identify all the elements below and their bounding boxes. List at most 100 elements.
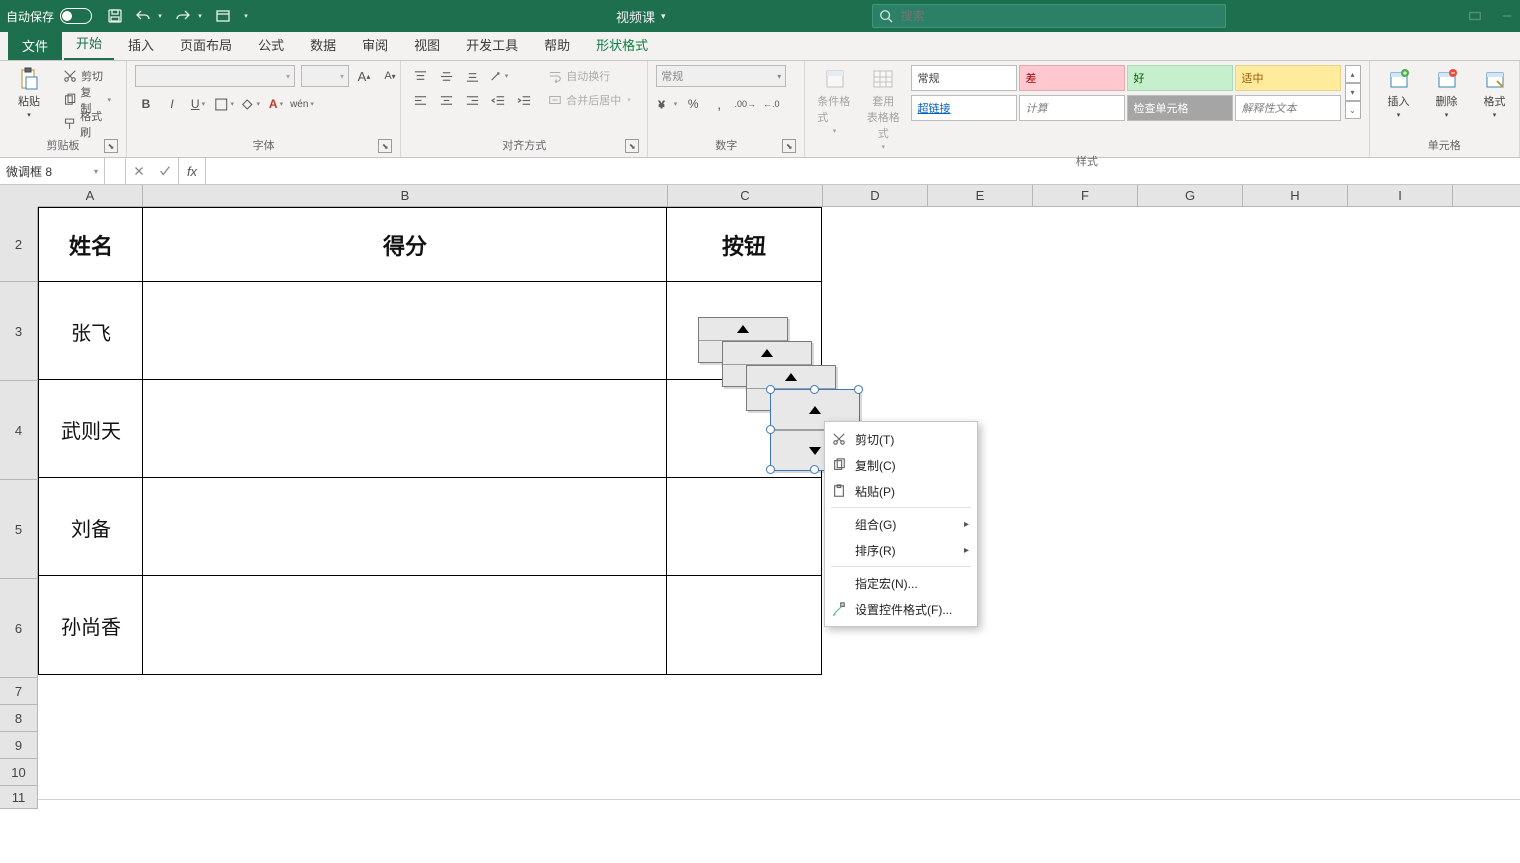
column-headers[interactable]: ABCDEFGHI — [38, 185, 1520, 207]
font-name-combo[interactable]: ▾ — [135, 65, 295, 87]
row-header-11[interactable]: 11 — [0, 786, 38, 809]
col-header-I[interactable]: I — [1348, 185, 1453, 207]
row-header-3[interactable]: 3 — [0, 282, 38, 381]
merge-center-button[interactable]: 合并后居中 — [541, 89, 638, 111]
ctx-paste[interactable]: 粘贴(P) — [825, 478, 977, 504]
style-calculation[interactable]: 计算 — [1019, 95, 1125, 121]
gallery-more-icon[interactable]: ⌄ — [1345, 101, 1361, 119]
table-cell[interactable]: 按钮 — [666, 207, 822, 283]
row-header-2[interactable]: 2 — [0, 207, 38, 282]
cell-styles-gallery[interactable]: 常规 超链接 差 计算 好 检查单元格 适中 解释性文本 ▴ ▾ — [911, 65, 1361, 121]
col-header-G[interactable]: G — [1138, 185, 1243, 207]
decrease-decimal-icon[interactable]: ←.0 — [760, 93, 782, 115]
format-as-table-button[interactable]: 套用 表格格式▾ — [862, 65, 905, 153]
align-center-icon[interactable] — [435, 89, 457, 111]
minimize-icon[interactable] — [1500, 9, 1514, 23]
document-title[interactable]: 视频课 ▾ — [616, 7, 666, 26]
style-bad[interactable]: 差 — [1019, 65, 1125, 91]
select-all-corner[interactable] — [0, 185, 39, 208]
table-cell[interactable] — [666, 477, 822, 577]
search-input[interactable] — [899, 8, 1219, 24]
delete-cells-button[interactable]: 删除▾ — [1426, 65, 1468, 121]
conditional-format-button[interactable]: 条件格式▾ — [813, 65, 856, 137]
number-format-combo[interactable]: 常规▾ — [656, 65, 786, 87]
border-button[interactable] — [213, 93, 235, 115]
tab-shape-format[interactable]: 形状格式 — [584, 30, 660, 60]
increase-font-icon[interactable]: A▴ — [353, 65, 375, 87]
table-cell[interactable] — [142, 379, 668, 479]
row-header-7[interactable]: 7 — [0, 678, 38, 705]
italic-button[interactable]: I — [161, 93, 183, 115]
save-icon[interactable] — [106, 7, 124, 25]
paste-button[interactable]: 粘贴 ▾ — [8, 65, 50, 121]
row-headers[interactable]: 234567891011 — [0, 207, 38, 809]
row-header-6[interactable]: 6 — [0, 579, 38, 678]
font-launcher[interactable]: ⬊ — [378, 139, 392, 153]
ribbon-display-icon[interactable] — [1468, 9, 1482, 23]
tab-formulas[interactable]: 公式 — [246, 30, 296, 60]
row-header-10[interactable]: 10 — [0, 759, 38, 786]
table-cell[interactable]: 姓名 — [38, 207, 144, 283]
undo-button[interactable] — [134, 7, 152, 25]
redo-button[interactable] — [174, 7, 192, 25]
col-header-B[interactable]: B — [143, 185, 668, 207]
style-check-cell[interactable]: 检查单元格 — [1127, 95, 1233, 121]
ctx-copy[interactable]: 复制(C) — [825, 452, 977, 478]
col-header-F[interactable]: F — [1033, 185, 1138, 207]
increase-decimal-icon[interactable]: .00→ — [734, 93, 756, 115]
name-box[interactable]: 微调框 8 — [0, 158, 105, 184]
tab-home[interactable]: 开始 — [64, 28, 114, 60]
tab-help[interactable]: 帮助 — [532, 30, 582, 60]
tab-insert[interactable]: 插入 — [116, 30, 166, 60]
style-neutral[interactable]: 适中 — [1235, 65, 1341, 91]
style-explanatory[interactable]: 解释性文本 — [1235, 95, 1341, 121]
col-header-E[interactable]: E — [928, 185, 1033, 207]
align-middle-icon[interactable] — [435, 65, 457, 87]
search-box[interactable] — [872, 4, 1226, 28]
align-bottom-icon[interactable] — [461, 65, 483, 87]
row-header-5[interactable]: 5 — [0, 480, 38, 579]
decrease-font-icon[interactable]: A▾ — [379, 65, 401, 87]
gallery-down-icon[interactable]: ▾ — [1345, 83, 1361, 101]
ctx-group[interactable]: 组合(G) ▸ — [825, 511, 977, 537]
tab-file[interactable]: 文件 — [8, 31, 62, 60]
format-cells-button[interactable]: 格式▾ — [1474, 65, 1516, 121]
tab-data[interactable]: 数据 — [298, 30, 348, 60]
row-header-4[interactable]: 4 — [0, 381, 38, 480]
align-left-icon[interactable] — [409, 89, 431, 111]
style-normal[interactable]: 常规 — [911, 65, 1017, 91]
table-cell[interactable]: 张飞 — [38, 281, 144, 381]
align-right-icon[interactable] — [461, 89, 483, 111]
comma-format-icon[interactable]: , — [708, 93, 730, 115]
autosave-switch[interactable] — [60, 8, 92, 24]
autosave-toggle[interactable]: 自动保存 — [6, 8, 92, 25]
table-cell[interactable] — [142, 477, 668, 577]
underline-button[interactable]: U — [187, 93, 209, 115]
style-hyperlink[interactable]: 超链接 — [911, 95, 1017, 121]
fill-color-button[interactable] — [239, 93, 261, 115]
table-cell[interactable]: 得分 — [142, 207, 668, 283]
format-painter-button[interactable]: 格式刷 — [56, 113, 118, 135]
row-header-9[interactable]: 9 — [0, 732, 38, 759]
table-cell[interactable]: 武则天 — [38, 379, 144, 479]
ctx-order[interactable]: 排序(R) ▸ — [825, 537, 977, 563]
accounting-format-icon[interactable]: ¥ — [656, 93, 678, 115]
font-color-button[interactable]: A — [265, 93, 287, 115]
clipboard-launcher[interactable]: ⬊ — [104, 139, 118, 153]
phonetic-button[interactable]: wén — [291, 93, 313, 115]
ctx-cut[interactable]: 剪切(T) — [825, 426, 977, 452]
qat-customize-icon[interactable]: ▾ — [242, 7, 250, 25]
enter-formula-icon[interactable] — [152, 164, 178, 178]
ctx-assign-macro[interactable]: 指定宏(N)... — [825, 570, 977, 596]
table-cell[interactable] — [142, 281, 668, 381]
decrease-indent-icon[interactable] — [487, 89, 509, 111]
align-launcher[interactable]: ⬊ — [625, 139, 639, 153]
style-gallery-scroll[interactable]: ▴ ▾ ⌄ — [1345, 65, 1361, 121]
style-good[interactable]: 好 — [1127, 65, 1233, 91]
redo-dropdown[interactable]: ▾ — [196, 7, 204, 25]
tab-page-layout[interactable]: 页面布局 — [168, 30, 244, 60]
row-header-8[interactable]: 8 — [0, 705, 38, 732]
font-size-combo[interactable]: ▾ — [301, 65, 349, 87]
col-header-A[interactable]: A — [38, 185, 143, 207]
percent-format-icon[interactable]: % — [682, 93, 704, 115]
